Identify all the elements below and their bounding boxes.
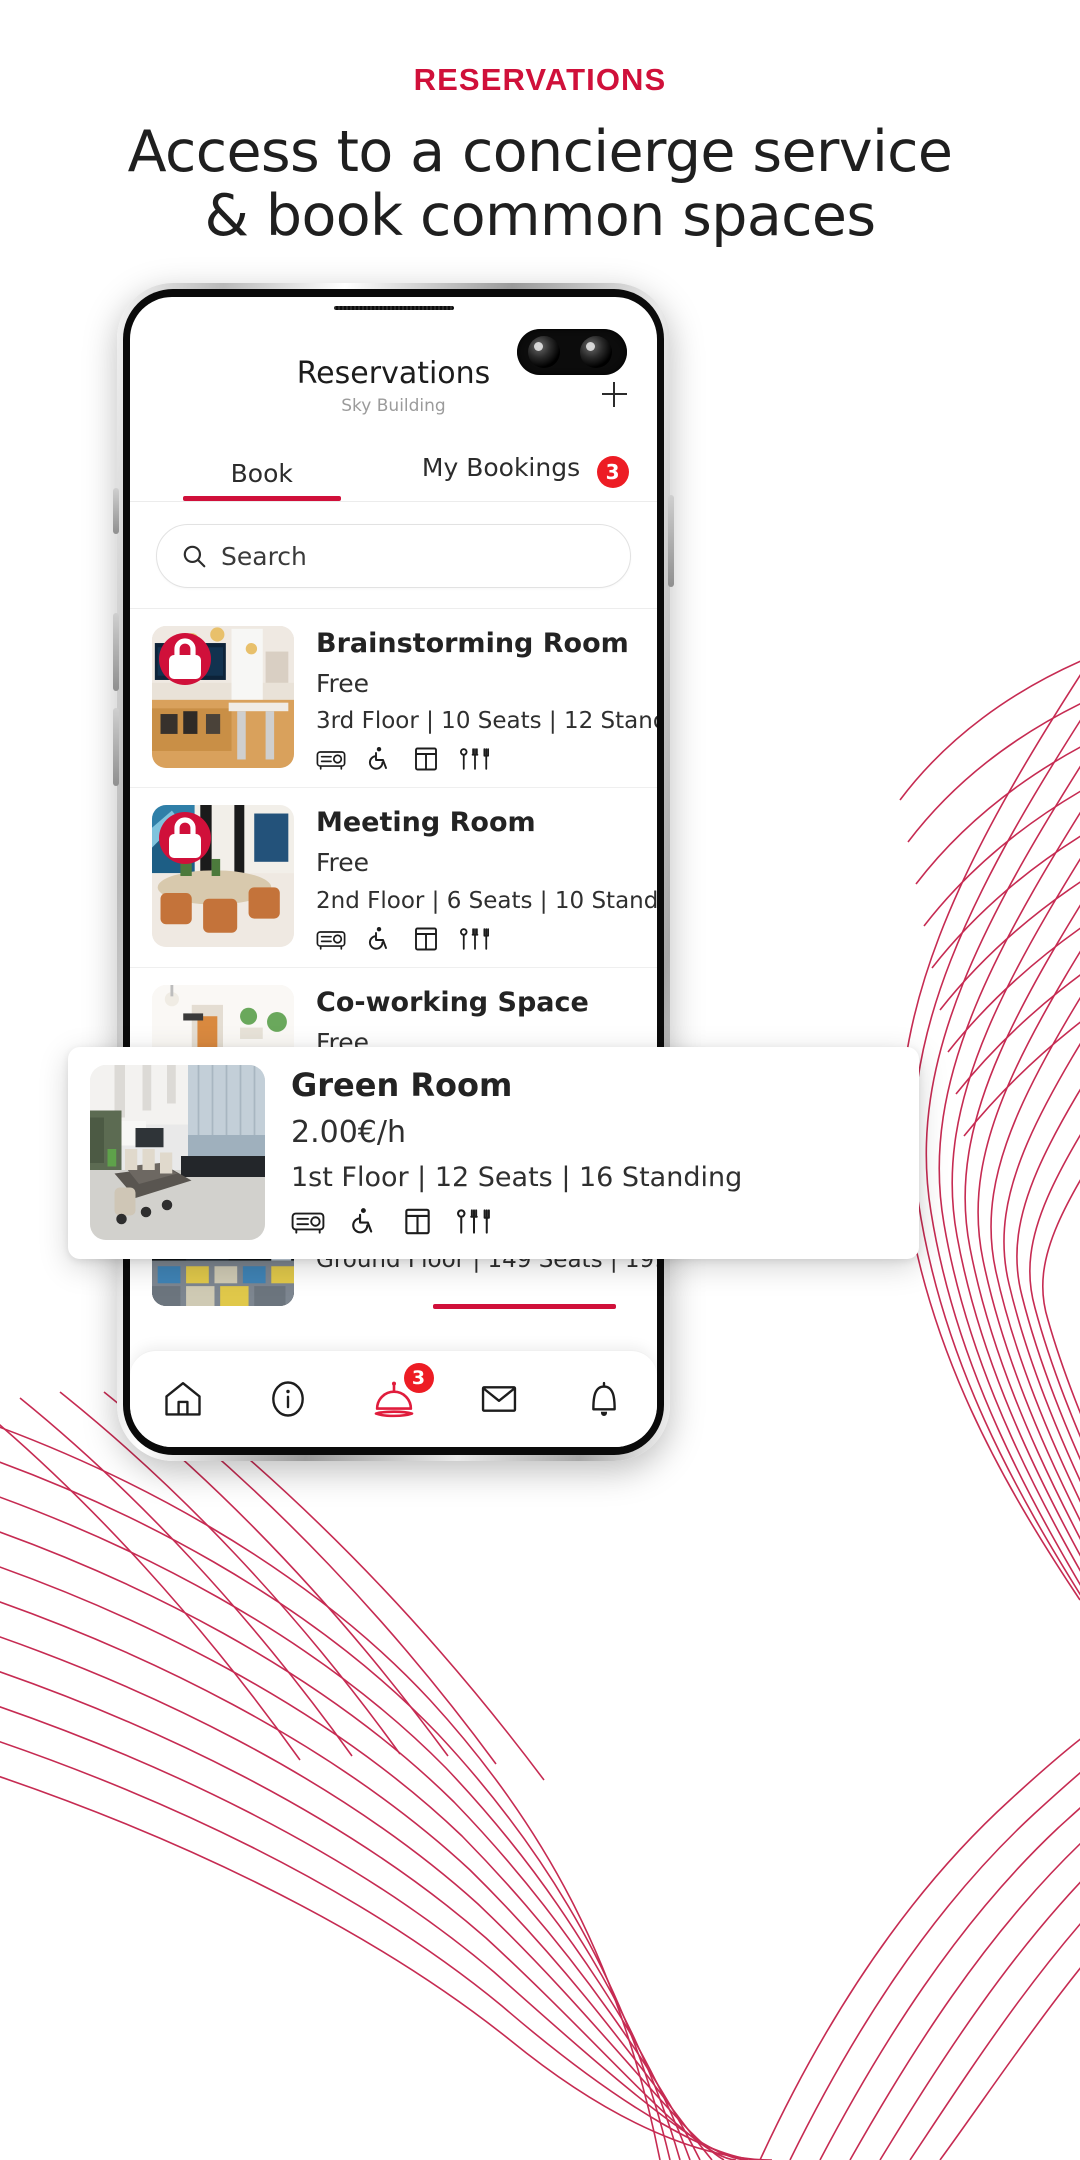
phone-volume-up-button — [113, 613, 119, 691]
projector-icon — [316, 931, 346, 950]
room-name: Brainstorming Room — [316, 628, 629, 659]
whiteboard-icon — [415, 927, 437, 951]
nav-home[interactable] — [130, 1351, 235, 1447]
lock-icon — [169, 817, 201, 859]
projector-icon — [316, 751, 346, 771]
tab-active-indicator — [182, 496, 341, 501]
tab-book[interactable]: Book — [130, 459, 394, 501]
search-zone: Search — [130, 502, 657, 608]
reservations-badge: 3 — [403, 1363, 434, 1393]
lock-icon — [169, 638, 201, 679]
room-meta: 3rd Floor | 10 Seats | 12 Standing — [316, 708, 657, 735]
tab-book-label: Book — [230, 459, 293, 488]
amenities-row — [291, 1193, 897, 1236]
phone-button-left-top — [113, 488, 119, 534]
accessibility-icon — [369, 926, 387, 950]
amenities-row — [316, 734, 635, 772]
search-input[interactable]: Search — [156, 524, 631, 588]
list-item[interactable]: Meeting Room Free 2nd Floor | 6 Seats | … — [130, 787, 657, 967]
my-bookings-badge: 3 — [596, 456, 629, 488]
list-item[interactable]: Brainstorming Room Free 3rd Floor | 10 S… — [130, 608, 657, 788]
tab-my-bookings-label: My Bookings — [421, 453, 581, 483]
tab-my-bookings[interactable]: My Bookings 3 — [394, 453, 658, 501]
camera-lens-secondary — [580, 336, 612, 368]
room-thumbnail — [152, 626, 294, 768]
catering-icon — [460, 928, 490, 950]
bottom-navigation-bar: 3 — [130, 1350, 657, 1447]
front-camera-cutout — [517, 329, 627, 375]
room-info: Meeting Room Free 2nd Floor | 6 Seats | … — [316, 805, 657, 952]
info-icon — [272, 1381, 304, 1417]
room-meta: 2nd Floor | 6 Seats | 10 Standing — [316, 887, 657, 914]
headline-line-1: Access to a concierge service — [127, 119, 953, 185]
nav-mail[interactable] — [446, 1351, 551, 1447]
room-info: Brainstorming Room Free 3rd Floor | 10 S… — [316, 626, 657, 772]
whiteboard-icon — [415, 748, 437, 771]
tab-bar: Book My Bookings 3 — [130, 433, 657, 502]
annotation-underline — [433, 1304, 616, 1310]
camera-lens-primary — [528, 336, 560, 368]
room-info: Green Room 2.00€/h 1st Floor | 12 Seats … — [291, 1065, 897, 1241]
mail-icon — [481, 1386, 517, 1412]
promo-eyebrow: RESERVATIONS — [413, 62, 667, 97]
nav-reservations[interactable]: 3 — [341, 1351, 446, 1447]
locked-badge — [159, 812, 211, 865]
app-subtitle: Sky Building — [341, 396, 446, 416]
notification-bell-icon — [592, 1381, 617, 1416]
nav-info[interactable] — [235, 1351, 340, 1447]
whiteboard-icon — [405, 1208, 430, 1235]
search-icon — [183, 545, 206, 568]
catering-icon — [460, 748, 490, 771]
room-name: Co-working Space — [316, 986, 589, 1018]
earpiece-speaker — [333, 306, 454, 310]
promo-headline-block: RESERVATIONS Access to a concierge servi… — [0, 0, 1080, 249]
plus-icon[interactable] — [593, 373, 635, 415]
amenities-row — [316, 914, 635, 952]
highlighted-room-card[interactable]: Green Room 2.00€/h 1st Floor | 12 Seats … — [68, 1047, 919, 1259]
locked-badge — [159, 633, 211, 685]
catering-icon — [457, 1209, 490, 1234]
reservations-app: Reservations Sky Building Book My Bookin… — [130, 297, 657, 1447]
room-price: Free — [316, 848, 370, 878]
phone-volume-down-button — [113, 708, 119, 786]
phone-screen: Reservations Sky Building Book My Bookin… — [130, 297, 657, 1447]
room-price: Free — [316, 668, 370, 698]
home-icon — [165, 1382, 201, 1416]
accessibility-icon — [369, 747, 387, 771]
room-meta: 1st Floor | 12 Seats | 16 Standing — [291, 1162, 743, 1194]
room-price: 2.00€/h — [291, 1115, 407, 1151]
phone-mockup: Reservations Sky Building Book My Bookin… — [113, 283, 674, 1461]
projector-icon — [291, 1212, 325, 1234]
room-thumbnail — [90, 1065, 265, 1240]
headline-line-2: & book common spaces — [204, 182, 877, 249]
room-thumbnail — [152, 805, 294, 948]
accessibility-icon — [352, 1207, 373, 1234]
room-name: Green Room — [291, 1066, 513, 1104]
page-title: Access to a concierge service & book com… — [0, 98, 1080, 249]
search-placeholder-text: Search — [221, 541, 307, 571]
phone-power-button — [668, 495, 674, 587]
nav-notifications[interactable] — [552, 1351, 657, 1447]
room-name: Meeting Room — [316, 807, 536, 839]
